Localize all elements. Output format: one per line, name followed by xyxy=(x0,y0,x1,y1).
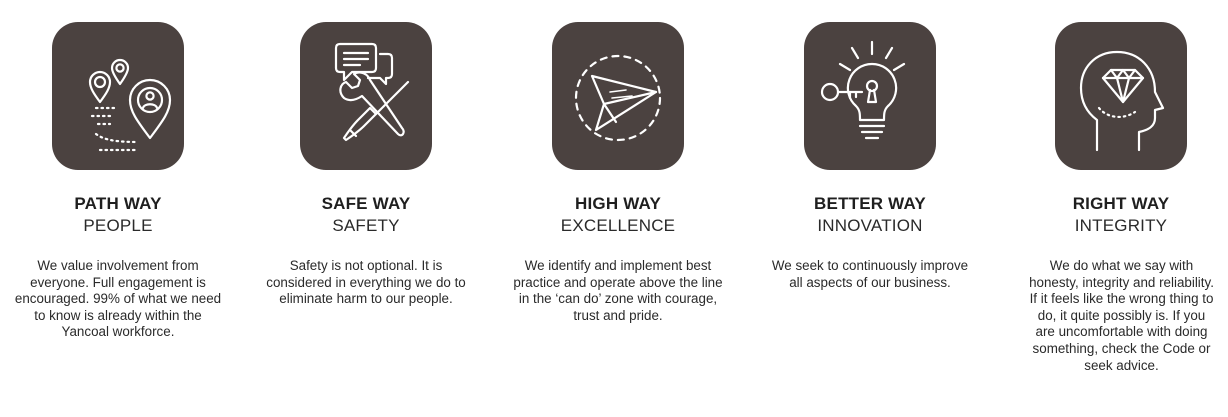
value-description: We value involvement from everyone. Full… xyxy=(14,258,222,340)
value-card-path-way: PATH WAY PEOPLE We value involvement fro… xyxy=(3,0,233,417)
lightbulb-key-icon xyxy=(804,22,936,170)
map-pins-path-icon xyxy=(52,22,184,170)
value-description: We do what we say with honesty, integrit… xyxy=(1029,258,1214,373)
value-card-right-way: RIGHT WAY INTEGRITY We do what we say wi… xyxy=(1006,0,1228,417)
value-card-better-way: BETTER WAY INNOVATION We seek to continu… xyxy=(755,0,985,417)
value-description: We seek to continuously improve all aspe… xyxy=(771,258,969,290)
paper-plane-icon xyxy=(552,22,684,170)
value-subtitle: PEOPLE xyxy=(83,216,153,235)
value-title: RIGHT WAY xyxy=(1072,194,1170,213)
tools-chat-icon xyxy=(300,22,432,170)
value-description: Safety is not optional. It is considered… xyxy=(266,258,466,307)
value-title: HIGH WAY xyxy=(575,194,661,213)
value-title: PATH WAY xyxy=(74,194,162,213)
value-subtitle: INTEGRITY xyxy=(1074,216,1168,235)
value-description: We identify and implement best practice … xyxy=(513,258,723,323)
value-title: BETTER WAY xyxy=(814,194,926,213)
value-subtitle: EXCELLENCE xyxy=(560,216,676,235)
head-diamond-icon xyxy=(1055,22,1187,170)
values-row: PATH WAY PEOPLE We value involvement fro… xyxy=(0,0,1228,417)
value-title: SAFE WAY xyxy=(321,194,411,213)
value-subtitle: SAFETY xyxy=(332,216,400,235)
value-card-safe-way: SAFE WAY SAFETY Safety is not optional. … xyxy=(251,0,481,417)
value-card-high-way: HIGH WAY EXCELLENCE We identify and impl… xyxy=(503,0,733,417)
value-subtitle: INNOVATION xyxy=(817,216,923,235)
